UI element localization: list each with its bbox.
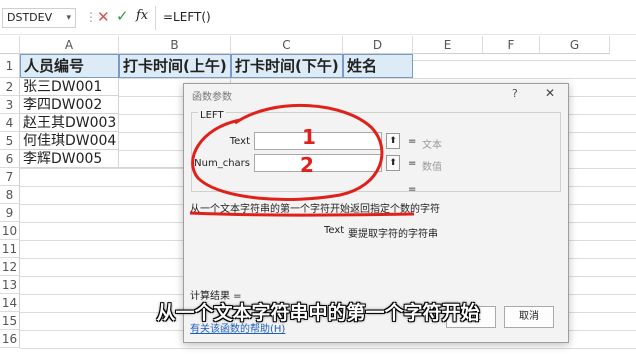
row-header-5[interactable]: 5 xyxy=(0,132,20,150)
column-header-e[interactable]: E xyxy=(413,36,483,54)
arg-label-num-chars: Num_chars xyxy=(194,158,250,169)
select-all-corner[interactable] xyxy=(0,36,20,54)
help-icon[interactable]: ? xyxy=(512,87,518,100)
cell-a3[interactable]: 李四DW002 xyxy=(20,96,119,114)
name-box[interactable]: DSTDEV ▾ xyxy=(2,8,76,28)
column-header-d[interactable]: D xyxy=(343,36,413,54)
row-header-13[interactable]: 13 xyxy=(0,276,20,294)
column-header-a[interactable]: A xyxy=(20,36,119,54)
enter-icon[interactable]: ✓ xyxy=(116,7,129,25)
cancel-icon[interactable]: ✕ xyxy=(97,8,110,26)
row-header-11[interactable]: 11 xyxy=(0,240,20,258)
row-header-9[interactable]: 9 xyxy=(0,204,20,222)
row-header-3[interactable]: 3 xyxy=(0,96,20,114)
row-header-12[interactable]: 12 xyxy=(0,258,20,276)
function-name: LEFT xyxy=(198,110,226,121)
cell-a2[interactable]: 张三DW001 xyxy=(20,78,119,96)
column-header-c[interactable]: C xyxy=(231,36,343,54)
row-header-16[interactable]: 16 xyxy=(0,330,20,348)
function-args-group xyxy=(191,112,561,192)
header-cell-b1[interactable]: 打卡时间(上午) xyxy=(119,54,231,78)
row-header-8[interactable]: 8 xyxy=(0,186,20,204)
dialog-title: 函数参数 xyxy=(192,92,232,103)
video-subtitle: 从一个文本字符串中的第一个字符开始 xyxy=(156,302,480,324)
column-header-f[interactable]: F xyxy=(483,36,540,54)
formula-divider xyxy=(155,6,156,30)
name-box-value: DSTDEV xyxy=(7,11,53,24)
arg-label-text: Text xyxy=(229,136,250,147)
cell-a4[interactable]: 赵王其DW003 xyxy=(20,114,119,132)
row-header-4[interactable]: 4 xyxy=(0,114,20,132)
column-header-g[interactable]: G xyxy=(540,36,610,54)
collapse-dialog-icon[interactable]: ⬆ xyxy=(386,133,400,149)
text-arg-input[interactable] xyxy=(254,132,382,150)
row-header-2[interactable]: 2 xyxy=(0,78,20,96)
arg-result-num-chars: 数值 xyxy=(422,162,442,173)
cell-a5[interactable]: 何佳琪DW004 xyxy=(20,132,119,150)
equals-sign: = xyxy=(408,158,417,169)
cell-a6[interactable]: 李辉DW005 xyxy=(20,150,119,168)
collapse-dialog-icon[interactable]: ⬆ xyxy=(386,155,400,171)
formula-bar: DSTDEV ▾ ⋮ ✕ ✓ fx =LEFT() xyxy=(0,0,636,35)
arg-description-name: Text xyxy=(324,225,345,236)
chevron-down-icon[interactable]: ▾ xyxy=(66,9,71,27)
header-cell-c1[interactable]: 打卡时间(下午) xyxy=(231,54,343,78)
header-cell-d1[interactable]: 姓名 xyxy=(343,54,413,78)
column-header-b[interactable]: B xyxy=(119,36,231,54)
insert-function-button[interactable]: fx xyxy=(136,8,148,23)
close-icon[interactable]: ✕ xyxy=(545,86,555,100)
arg-description-text: 要提取字符的字符串 xyxy=(348,229,438,240)
row-header-6[interactable]: 6 xyxy=(0,150,20,168)
formula-input[interactable]: =LEFT() xyxy=(163,10,211,24)
function-description: 从一个文本字符串的第一个字符开始返回指定个数的字符 xyxy=(190,204,440,215)
row-header-7[interactable]: 7 xyxy=(0,168,20,186)
header-cell-a1[interactable]: 人员编号 xyxy=(20,54,119,78)
function-result-equals: = xyxy=(408,184,417,195)
equals-sign: = xyxy=(408,136,417,147)
num-chars-arg-input[interactable] xyxy=(254,154,382,172)
row-header-10[interactable]: 10 xyxy=(0,222,20,240)
row-header-1[interactable]: 1 xyxy=(0,54,20,78)
arg-result-text: 文本 xyxy=(422,140,442,151)
formula-bar-separator: ⋮ xyxy=(85,10,97,24)
